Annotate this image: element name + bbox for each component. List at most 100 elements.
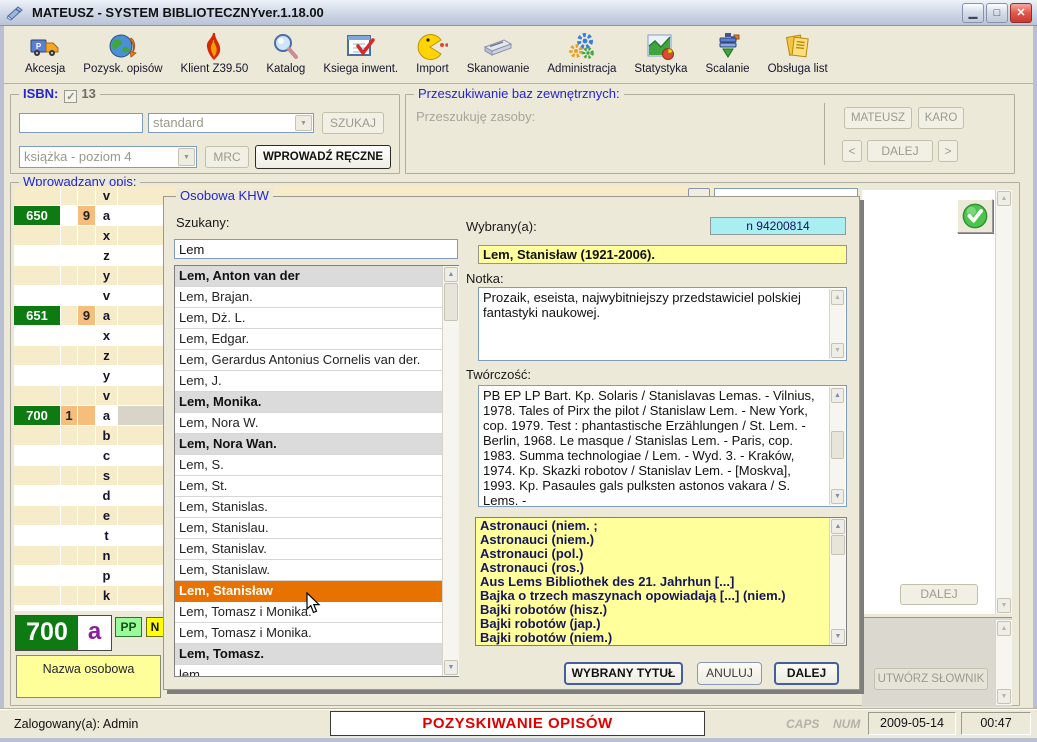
toolbar-button-statystyka[interactable]: Statystyka [625,30,696,76]
tworczosc-scrollbar[interactable] [829,387,845,505]
titles-scrollbar[interactable] [829,518,846,645]
title-list-item[interactable]: Astronauci (niem. ; [480,519,826,533]
title-list-item[interactable]: Aus Lems Bibliothek des 21. Jahrhun [...… [480,575,826,589]
pp-badge[interactable]: PP [115,617,142,637]
khw-list-item[interactable]: Lem, Gerardus Antonius Cornelis van der. [175,350,458,371]
next-page-button[interactable]: > [938,140,958,162]
title-list-item[interactable]: Bajki robotów (hisz.) [480,603,826,617]
scroll-up-icon[interactable] [997,191,1011,206]
scroll-up-icon[interactable] [997,621,1011,636]
khw-list-item[interactable]: Lem, Stanislav. [175,539,458,560]
title-list-item[interactable]: Bajki robotów (jap.) [480,617,826,631]
toolbar-button-akcesja[interactable]: P Akcesja [16,30,74,76]
scroll-up-icon[interactable] [831,290,844,305]
scrollbar-thumb[interactable] [831,535,845,555]
anuluj-button[interactable]: ANULUJ [697,662,762,685]
minimize-button[interactable]: ▁ [962,3,984,23]
notka-text: Prozaik, eseista, najwybitniejszy przeds… [483,290,801,320]
isbn-input[interactable] [19,113,143,133]
isbn13-checkbox[interactable]: ✓ [64,90,77,103]
scroll-down-icon[interactable] [444,660,458,675]
dalej-button-dialog[interactable]: DALEJ [774,662,839,685]
toolbar-label: Klient Z39.50 [181,63,249,75]
toolbar-button-administracja[interactable]: Administracja [538,30,625,76]
khw-search-input[interactable] [174,239,458,259]
khw-list-item[interactable]: Lem, S. [175,455,458,476]
isbn-format-select[interactable]: standard ▼ [148,113,314,133]
titles-list[interactable]: Astronauci (niem. ; Astronauci (niem.) A… [475,517,847,646]
n-badge[interactable]: N [146,617,164,637]
khw-list-item[interactable]: lem [175,665,458,677]
khw-list-item[interactable]: Lem, Edgar. [175,329,458,350]
khw-list-item[interactable]: Lem, Tomasz. [175,644,458,665]
status-bar: Zalogowany(a): Admin POZYSKIWANIE OPISÓW… [0,708,1037,738]
dalej-button-external[interactable]: DALEJ [867,140,933,162]
toolbar-button-pozysk-opisow[interactable]: Pozysk. opisów [74,30,171,76]
scroll-down-icon[interactable] [997,689,1011,704]
scroll-down-icon[interactable] [831,343,844,358]
chevron-down-icon[interactable]: ▼ [178,148,195,166]
khw-list-item[interactable]: Lem, Stanislas. [175,497,458,518]
maximize-button[interactable]: □ [986,3,1008,23]
khw-list-scrollbar[interactable] [442,266,459,676]
scroll-down-icon[interactable] [831,629,845,644]
toolbar-button-import[interactable]: Import [407,30,458,76]
wybrany-tytul-button[interactable]: WYBRANY TYTUŁ [564,662,683,685]
khw-list-item[interactable]: Lem, Tomasz i Monika. [175,623,458,644]
notka-scrollbar[interactable] [829,289,845,359]
results-scrollbar[interactable] [995,190,1012,614]
marc-subfield-code: y [96,366,118,386]
status-time: 00:47 [961,712,1031,735]
scroll-down-icon[interactable] [831,489,844,504]
notka-textarea[interactable]: Prozaik, eseista, najwybitniejszy przeds… [478,287,847,361]
close-button[interactable]: ✕ [1010,3,1032,23]
title-list-item[interactable]: Astronauci (pol.) [480,547,826,561]
toolbar-button-scalanie[interactable]: Scalanie [696,30,758,76]
chevron-down-icon[interactable]: ▼ [295,115,312,131]
title-list-item[interactable]: Bajka o trzech maszynach opowiadają [...… [480,589,826,603]
scroll-up-icon[interactable] [444,267,458,282]
confirm-button[interactable] [957,199,993,233]
prev-page-button[interactable]: < [842,140,862,162]
khw-list-item[interactable]: Lem, Nora W. [175,413,458,434]
khw-result-list[interactable]: Lem, Anton van der Lem, Brajan. Lem, Dż.… [174,265,459,677]
khw-list-item[interactable]: Lem, Dż. L. [175,308,458,329]
khw-list-item[interactable]: Lem, Anton van der [175,266,458,287]
marc-tag-cell: 651 [14,306,61,326]
dalej-button-results[interactable]: DALEJ [900,584,978,605]
khw-list-item[interactable]: Lem, St. [175,476,458,497]
toolbar-button-skanowanie[interactable]: Skanowanie [458,30,539,76]
scanner-icon [482,31,514,63]
mateusz-button[interactable]: MATEUSZ [844,107,912,129]
khw-list-item[interactable]: Lem, Stanislau. [175,518,458,539]
osobowa-khw-dialog: Osobowa KHW Szukany: Lem, Anton van der … [163,196,860,690]
record-level-select[interactable]: książka - poziom 4 ▼ [19,146,197,168]
scrollbar-thumb[interactable] [444,283,458,321]
tworczosc-textarea[interactable]: PB EP LP Bart. Kp. Solaris / Stanislavas… [478,385,847,507]
mrc-button[interactable]: MRC [205,146,249,168]
title-list-item[interactable]: Bajki robotów (niem.) [480,631,826,645]
manual-entry-button[interactable]: WPROWADŹ RĘCZNE [255,145,391,169]
karo-button[interactable]: KARO [918,107,964,129]
title-list-item[interactable]: Astronauci (niem.) [480,533,826,547]
scroll-up-icon[interactable] [831,519,845,534]
title-list-item[interactable]: Astronauci (ros.) [480,561,826,575]
marc-subfield-code: v [96,286,118,306]
toolbar-button-klient-z3950[interactable]: Klient Z39.50 [172,30,258,76]
khw-list-item[interactable]: Lem, Stanislaw. [175,560,458,581]
marc-indicator1-cell [61,386,78,406]
dictionary-scrollbar[interactable] [995,620,1012,705]
toolbar-button-katalog[interactable]: Katalog [257,30,314,76]
szukaj-button[interactable]: SZUKAJ [322,112,384,134]
scrollbar-thumb[interactable] [831,431,844,459]
scroll-down-icon[interactable] [997,598,1011,613]
khw-list-item[interactable]: Lem, Brajan. [175,287,458,308]
marc-indicator1-cell: 1 [61,406,78,426]
toolbar-button-obsluga-list[interactable]: Obsługa list [759,30,837,76]
scroll-up-icon[interactable] [831,388,844,403]
khw-list-item[interactable]: Lem, Nora Wan. [175,434,458,455]
khw-list-item[interactable]: Lem, Monika. [175,392,458,413]
create-dictionary-button[interactable]: UTWÓRZ SŁOWNIK [874,668,988,690]
toolbar-button-ksiega-inwent[interactable]: Ksiega inwent. [314,30,407,76]
khw-list-item[interactable]: Lem, J. [175,371,458,392]
